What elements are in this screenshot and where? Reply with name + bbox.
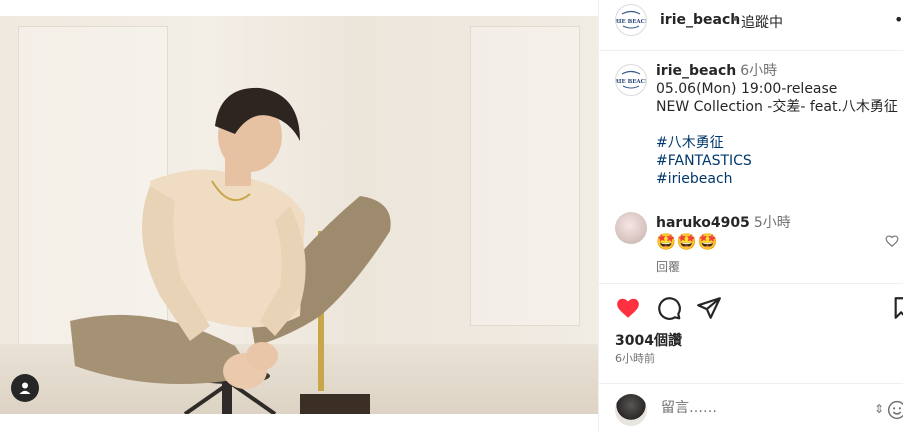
commenter-username[interactable]: haruko4905 xyxy=(656,215,750,231)
caption-time[interactable]: 6小時 xyxy=(740,63,777,79)
emoji-icon[interactable] xyxy=(887,400,903,420)
caption-body: irie_beach 6小時 05.06(Mon) 19:00-release N… xyxy=(656,62,903,188)
comment-time[interactable]: 5小時 xyxy=(754,215,791,231)
svg-text:IRIE BEACH: IRIE BEACH xyxy=(616,79,646,85)
comment-text: 🤩🤩🤩 xyxy=(656,232,719,251)
like-count[interactable]: 3004個讚 xyxy=(615,330,682,350)
caption-text-line: NEW Collection -交差- feat.八木勇征 xyxy=(656,99,898,115)
instagram-post-modal: IRIE BEACH irie_beach • 追蹤中 • IRIE BEACH… xyxy=(0,0,903,433)
comment-like-icon[interactable] xyxy=(885,234,899,248)
caption-username[interactable]: irie_beach xyxy=(656,63,736,79)
section-divider xyxy=(599,383,903,384)
caption-avatar[interactable]: IRIE BEACH xyxy=(615,64,647,96)
reply-button[interactable]: 回覆 xyxy=(656,258,680,275)
comment-icon[interactable] xyxy=(656,295,682,321)
photo-subject xyxy=(70,87,391,414)
post-header: IRIE BEACH irie_beach • 追蹤中 • xyxy=(599,0,903,51)
svg-text:IRIE BEACH: IRIE BEACH xyxy=(616,19,646,25)
action-bar xyxy=(599,295,903,323)
post-photo[interactable] xyxy=(0,16,598,414)
brand-logo-icon: IRIE BEACH xyxy=(616,70,646,89)
more-icon[interactable]: • xyxy=(894,10,903,29)
hashtag-link[interactable]: #八木勇征 xyxy=(656,134,903,152)
share-icon[interactable] xyxy=(696,295,722,321)
following-button[interactable]: 追蹤中 xyxy=(741,12,783,32)
section-divider xyxy=(599,283,903,284)
add-comment-bar: ⇕ xyxy=(599,390,903,433)
expand-icon[interactable]: ⇕ xyxy=(874,402,884,416)
hashtag-link[interactable]: #FANTASTICS xyxy=(656,152,903,170)
author-avatar[interactable]: IRIE BEACH xyxy=(615,4,647,36)
user-tag-icon[interactable] xyxy=(11,374,39,402)
current-user-avatar xyxy=(615,394,647,426)
caption-text-line: 05.06(Mon) 19:00-release xyxy=(656,81,838,97)
save-icon[interactable] xyxy=(893,295,903,321)
post-timestamp[interactable]: 6小時前 xyxy=(615,350,655,366)
separator-dot: • xyxy=(731,12,740,28)
author-username[interactable]: irie_beach xyxy=(660,12,740,28)
brand-logo-icon: IRIE BEACH xyxy=(616,10,646,29)
hashtag-link[interactable]: #iriebeach xyxy=(656,170,903,188)
commenter-avatar[interactable] xyxy=(615,212,647,244)
like-icon[interactable] xyxy=(615,295,641,321)
comment-input[interactable] xyxy=(661,400,861,416)
post-side-panel: IRIE BEACH irie_beach • 追蹤中 • IRIE BEACH… xyxy=(598,0,903,433)
comment-header: haruko4905 5小時 xyxy=(656,212,791,232)
